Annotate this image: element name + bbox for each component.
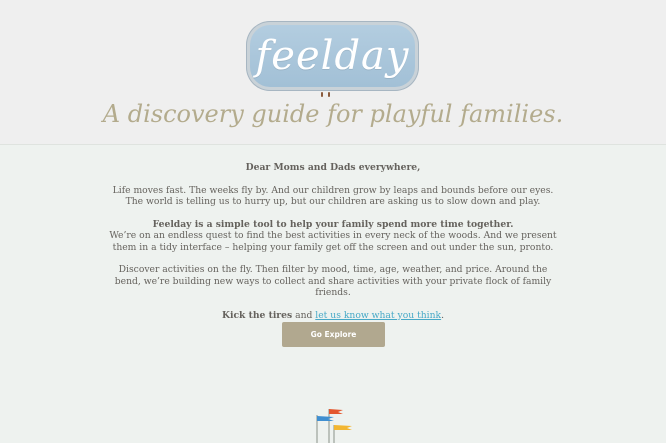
tagline: A discovery guide for playful families. <box>102 100 564 128</box>
paragraph-about-body: We’re on an endless quest to find the be… <box>109 230 557 253</box>
logo-feet-icon <box>319 92 333 97</box>
feedback-line: Kick the tires and let us know what you … <box>108 310 558 322</box>
paragraph-about: Feelday is a simple tool to help your fa… <box>108 219 558 254</box>
flags-icon <box>316 409 352 443</box>
paragraph-features: Discover activities on the fly. Then fil… <box>114 264 552 298</box>
page-header: feelday A discovery guide for playful fa… <box>0 0 666 145</box>
and-text: and <box>292 309 316 321</box>
paragraph-about-lead: Feelday is a simple tool to help your fa… <box>152 218 514 230</box>
feedback-link[interactable]: let us know what you think <box>315 310 441 321</box>
kick-the-tires: Kick the tires <box>221 309 293 321</box>
intro-letter: Dear Moms and Dads everywhere, Life move… <box>108 162 558 321</box>
period: . <box>441 309 445 321</box>
logo-text[interactable]: feelday <box>250 25 415 87</box>
logo[interactable]: feelday <box>246 21 419 91</box>
salutation: Dear Moms and Dads everywhere, <box>245 162 421 173</box>
go-explore-button[interactable]: Go Explore <box>282 322 385 347</box>
paragraph-intro: Life moves fast. The weeks fly by. And o… <box>112 184 554 208</box>
